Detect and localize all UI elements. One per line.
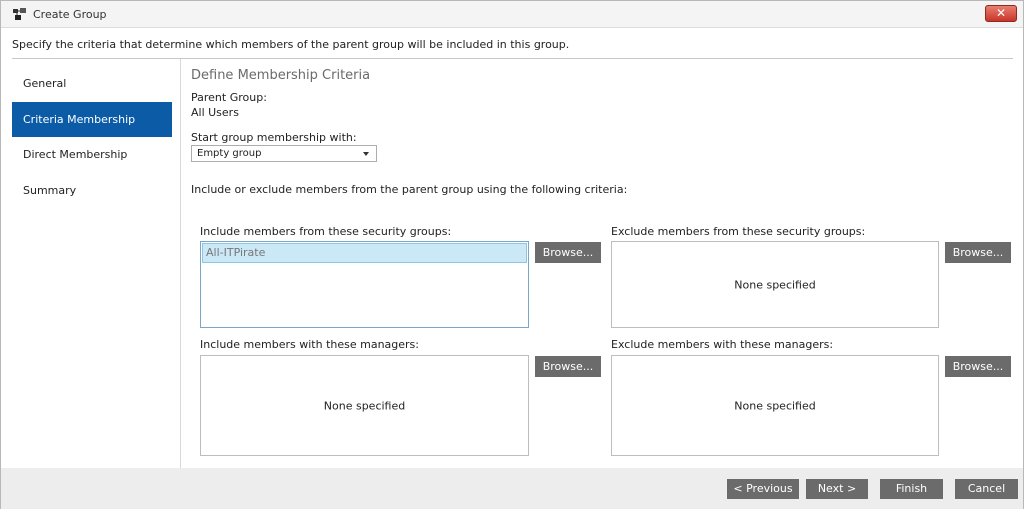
exclude-groups-browse-button[interactable]: Browse... xyxy=(945,242,1011,263)
previous-button[interactable]: < Previous xyxy=(727,479,799,499)
exclude-managers-browse-button[interactable]: Browse... xyxy=(945,356,1011,377)
instructions-text: Specify the criteria that determine whic… xyxy=(12,38,570,51)
start-membership-label: Start group membership with: xyxy=(191,131,357,144)
exclude-groups-list[interactable]: None specified xyxy=(611,241,939,328)
next-button[interactable]: Next > xyxy=(806,479,868,499)
parent-group-value: All Users xyxy=(191,106,239,119)
exclude-groups-label: Exclude members from these security grou… xyxy=(611,225,866,238)
parent-group-label: Parent Group: xyxy=(191,91,267,104)
start-membership-select[interactable]: Empty group xyxy=(191,145,377,162)
exclude-groups-empty-text: None specified xyxy=(734,278,816,291)
include-managers-list[interactable]: None specified xyxy=(200,355,529,456)
chevron-down-icon xyxy=(363,152,369,156)
include-managers-empty-text: None specified xyxy=(323,399,406,412)
criteria-panel: Define Membership Criteria Parent Group:… xyxy=(191,59,1021,468)
include-groups-list[interactable]: All-ITPirate xyxy=(200,241,529,328)
include-groups-browse-button[interactable]: Browse... xyxy=(535,242,601,263)
nav-item-general[interactable]: General xyxy=(12,66,172,102)
start-membership-value: Empty group xyxy=(197,148,262,159)
title-bar: Create Group ✕ xyxy=(1,1,1023,28)
include-groups-label: Include members from these security grou… xyxy=(200,225,452,238)
footer-bar: < Previous Next > Finish Cancel xyxy=(1,468,1023,509)
sidebar-divider xyxy=(180,59,181,468)
criteria-description: Include or exclude members from the pare… xyxy=(191,183,628,196)
section-title: Define Membership Criteria xyxy=(191,68,371,83)
exclude-managers-label: Exclude members with these managers: xyxy=(611,338,834,351)
finish-button[interactable]: Finish xyxy=(880,479,943,499)
window-title: Create Group xyxy=(33,8,107,21)
cancel-button[interactable]: Cancel xyxy=(955,479,1018,499)
close-button[interactable]: ✕ xyxy=(985,5,1017,22)
create-group-dialog: Create Group ✕ Specify the criteria that… xyxy=(0,0,1024,509)
nav-item-direct-membership[interactable]: Direct Membership xyxy=(12,137,172,173)
close-icon: ✕ xyxy=(995,6,1007,20)
list-item[interactable]: All-ITPirate xyxy=(202,243,527,263)
nav-item-summary[interactable]: Summary xyxy=(12,173,172,209)
exclude-managers-empty-text: None specified xyxy=(734,399,816,412)
group-icon xyxy=(13,8,26,20)
include-managers-browse-button[interactable]: Browse... xyxy=(535,356,601,377)
nav-item-criteria-membership[interactable]: Criteria Membership xyxy=(12,101,172,137)
wizard-nav: General Criteria Membership Direct Membe… xyxy=(12,66,172,208)
include-managers-label: Include members with these managers: xyxy=(200,338,419,351)
exclude-managers-list[interactable]: None specified xyxy=(611,355,939,456)
